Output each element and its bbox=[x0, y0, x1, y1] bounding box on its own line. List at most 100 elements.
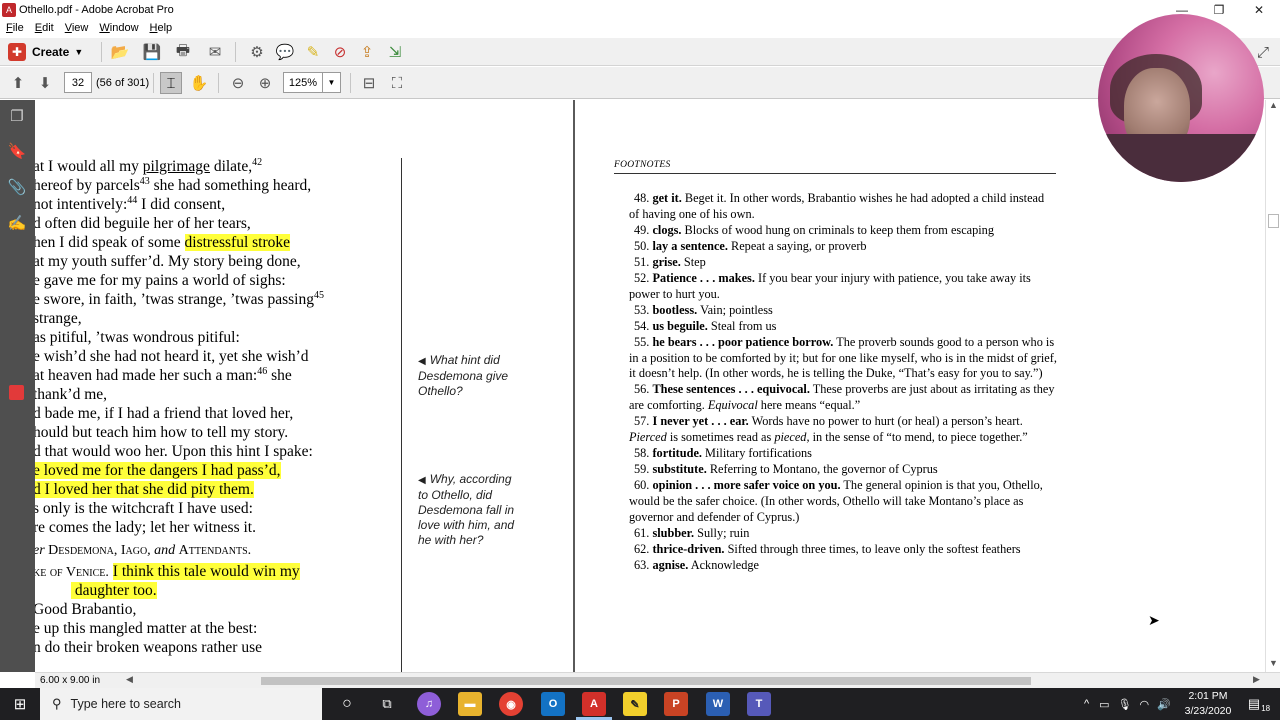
stop-icon[interactable] bbox=[9, 385, 24, 400]
footnote: 63. agnise. Acknowledge bbox=[634, 557, 760, 572]
export-icon[interactable]: ⇪ bbox=[356, 41, 378, 63]
webcam-overlay bbox=[1098, 14, 1264, 182]
full-screen-icon[interactable]: ⛶ bbox=[386, 72, 408, 94]
text-line: n do their broken weapons rather use bbox=[35, 639, 262, 656]
speaker-line: ke of Venice. I think this tale would wi… bbox=[35, 562, 324, 581]
select-tool-icon[interactable]: ⌶ bbox=[160, 72, 182, 94]
close-button[interactable]: ✕ bbox=[1239, 0, 1279, 20]
navigation-toolbar: ⬆ ⬇ 32 (56 of 301) ⌶ ✋ ⊖ ⊕ 125% ▼ ⊟ ⛶ bbox=[0, 67, 1280, 99]
email-icon[interactable]: ✉ bbox=[204, 41, 226, 63]
text-line: strange, bbox=[35, 310, 82, 327]
share-icon[interactable]: ⇲ bbox=[384, 41, 406, 63]
comment-icon[interactable]: 💬 bbox=[274, 41, 296, 63]
search-box[interactable]: ⚲ Type here to search bbox=[40, 688, 322, 720]
notifications-button[interactable]: ▤ 18 bbox=[1244, 688, 1274, 720]
zoom-in-icon[interactable]: ⊕ bbox=[254, 72, 276, 94]
highlight: I think this tale would win my bbox=[112, 563, 300, 580]
scroll-right-icon[interactable]: ▶ bbox=[1253, 674, 1260, 685]
footnote: 59. substitute. Referring to Montano, th… bbox=[634, 462, 938, 477]
triangle-left-icon: ◀ bbox=[418, 356, 426, 367]
pages-icon[interactable]: ❐ bbox=[6, 105, 28, 127]
fit-page-icon[interactable]: ⊟ bbox=[358, 72, 380, 94]
scroll-thumb[interactable] bbox=[1268, 214, 1279, 228]
battery-icon[interactable]: ▭ bbox=[1099, 698, 1109, 711]
create-icon: ✚ bbox=[8, 43, 26, 61]
menu-view[interactable]: View bbox=[65, 22, 89, 34]
triangle-left-icon: ◀ bbox=[418, 475, 426, 486]
itunes-icon[interactable]: ♫ bbox=[417, 692, 441, 716]
footnote: 56. These sentences . . . equivocal. The… bbox=[629, 382, 1055, 413]
page-number-input[interactable]: 32 bbox=[64, 72, 92, 93]
previous-page-icon[interactable]: ⬆ bbox=[7, 72, 29, 94]
window-title: Othello.pdf - Adobe Acrobat Pro bbox=[19, 4, 174, 16]
hand-tool-icon[interactable]: ✋ bbox=[188, 72, 210, 94]
powerpoint-icon[interactable]: P bbox=[664, 692, 688, 716]
menu-edit[interactable]: Edit bbox=[35, 22, 54, 34]
document-view[interactable]: at I would all my pilgrimage dilate,42 h… bbox=[35, 100, 1265, 672]
bookmarks-icon[interactable]: 🔖 bbox=[6, 140, 28, 162]
footnote: 55. he bears . . . poor patience borrow.… bbox=[629, 334, 1057, 381]
next-page-icon[interactable]: ⬇ bbox=[34, 72, 56, 94]
menu-window[interactable]: Window bbox=[99, 22, 138, 34]
volume-icon[interactable]: 🔊 bbox=[1157, 698, 1171, 711]
windows-start-icon[interactable]: ⊞ bbox=[0, 688, 40, 720]
acrobat-taskbar-icon[interactable]: A bbox=[582, 692, 606, 716]
webcam-body bbox=[1098, 134, 1264, 182]
file-explorer-icon[interactable]: ▬ bbox=[458, 692, 482, 716]
sign-icon[interactable]: ✎ bbox=[302, 41, 324, 63]
text-line: at my youth suffer’d. My story being don… bbox=[35, 253, 301, 270]
microphone-icon[interactable]: 🎙 bbox=[1118, 698, 1132, 711]
right-page: FOOTNOTES 48. get it. Beget it. In other… bbox=[575, 100, 1265, 672]
gear-icon[interactable]: ⚙ bbox=[246, 41, 268, 63]
footnote: 53. bootless. Vain; pointless bbox=[634, 302, 773, 317]
attachments-icon[interactable]: 📎 bbox=[6, 176, 28, 198]
cortana-icon[interactable]: ○ bbox=[334, 688, 360, 720]
navigation-pane: ❐ 🔖 📎 ✍ bbox=[0, 100, 35, 672]
system-tray: ^ ▭ 🎙 ◠ 🔊 bbox=[1084, 688, 1171, 720]
horizontal-scrollbar[interactable]: 6.00 x 9.00 in ◀ ▶ bbox=[35, 672, 1280, 688]
vertical-scrollbar[interactable]: ▲ ▼ bbox=[1265, 100, 1280, 672]
left-page: at I would all my pilgrimage dilate,42 h… bbox=[35, 100, 573, 672]
wifi-icon[interactable]: ◠ bbox=[1140, 698, 1150, 711]
create-button[interactable]: ✚ Create ▼ bbox=[8, 41, 83, 63]
notification-count: 18 bbox=[1261, 703, 1271, 713]
zoom-input[interactable]: 125% bbox=[283, 72, 323, 93]
chrome-icon[interactable]: ◉ bbox=[499, 692, 523, 716]
text-line: at I would all my pilgrimage dilate,42 bbox=[35, 156, 263, 175]
redact-icon[interactable]: ⊘ bbox=[329, 41, 351, 63]
highlight: distressful stroke bbox=[184, 234, 291, 251]
scroll-thumb[interactable] bbox=[261, 677, 1031, 685]
text-line: daughter too. bbox=[35, 581, 324, 600]
text-line: d often did beguile her of her tears, bbox=[35, 215, 251, 232]
title-bar: A Othello.pdf - Adobe Acrobat Pro bbox=[0, 0, 1280, 20]
acrobat-icon: A bbox=[2, 3, 16, 17]
text-line: s only is the witchcraft I have used: bbox=[35, 500, 253, 517]
teams-icon[interactable]: T bbox=[747, 692, 771, 716]
text-line: not intentively:44 I did consent, bbox=[35, 194, 226, 213]
taskbar: ⊞ ⚲ Type here to search ○ ⧉ ♫ ▬ ◉ O A ✎ … bbox=[0, 688, 1280, 720]
zoom-dropdown[interactable]: ▼ bbox=[322, 72, 341, 93]
clock[interactable]: 2:01 PM 3/23/2020 bbox=[1176, 689, 1240, 719]
task-view-icon[interactable]: ⧉ bbox=[374, 688, 400, 720]
text-line: hould but teach him how to tell my story… bbox=[35, 424, 289, 441]
word-icon[interactable]: W bbox=[706, 692, 730, 716]
print-icon[interactable]: 🖶 bbox=[172, 41, 194, 63]
signatures-icon[interactable]: ✍ bbox=[6, 212, 28, 234]
scroll-left-icon[interactable]: ◀ bbox=[126, 674, 133, 685]
scroll-down-icon[interactable]: ▼ bbox=[1269, 658, 1278, 668]
menu-file[interactable]: File bbox=[6, 22, 24, 34]
open-folder-icon[interactable]: 📂 bbox=[109, 41, 131, 63]
menu-help[interactable]: Help bbox=[150, 22, 173, 34]
chevron-up-icon[interactable]: ^ bbox=[1084, 698, 1089, 710]
zoom-out-icon[interactable]: ⊖ bbox=[227, 72, 249, 94]
text-line: Good Brabantio, bbox=[35, 601, 137, 618]
column-rule bbox=[401, 158, 402, 672]
separator bbox=[218, 73, 219, 93]
footnotes-heading: FOOTNOTES bbox=[614, 160, 671, 170]
outlook-icon[interactable]: O bbox=[541, 692, 565, 716]
text-line: d that would woo her. Upon this hint I s… bbox=[35, 443, 313, 460]
scroll-up-icon[interactable]: ▲ bbox=[1269, 100, 1278, 110]
save-icon[interactable]: 💾 bbox=[141, 41, 163, 63]
text-line: hereof by parcels43 she had something he… bbox=[35, 175, 312, 194]
sticky-notes-icon[interactable]: ✎ bbox=[623, 692, 647, 716]
